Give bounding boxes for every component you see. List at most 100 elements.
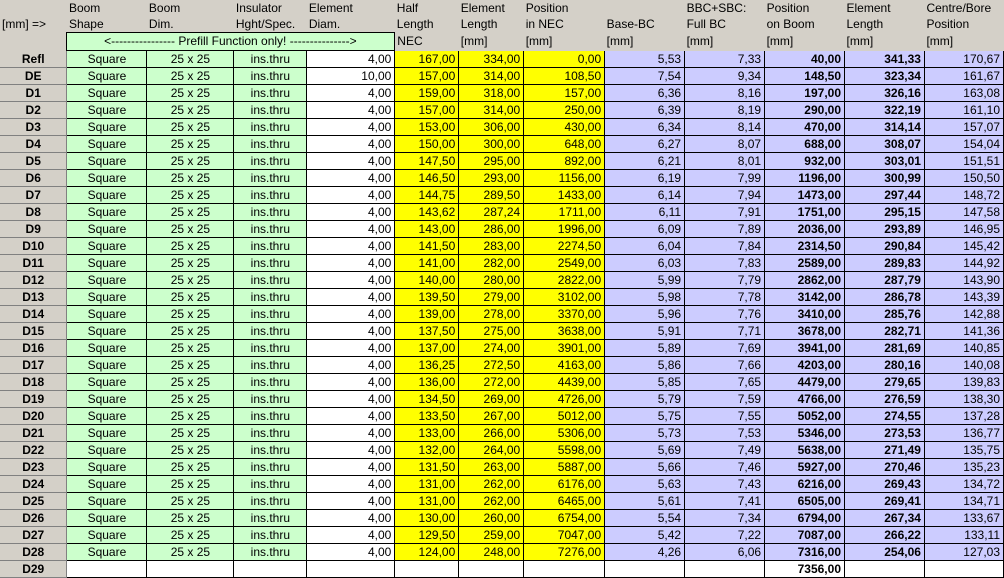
half-length-nec-cell[interactable]: 147,50	[394, 152, 460, 170]
element-length-nec-cell[interactable]: 300,00	[458, 135, 525, 153]
full-bc-cell[interactable]: 7,83	[684, 254, 766, 272]
boom-shape-cell[interactable]: Square	[66, 305, 148, 323]
base-bc-cell[interactable]: 5,89	[604, 339, 686, 357]
element-length-cell[interactable]: 308,07	[844, 135, 925, 153]
full-bc-cell[interactable]: 7,53	[684, 424, 766, 442]
boom-dim-cell[interactable]: 25 x 25	[146, 407, 235, 425]
full-bc-cell[interactable]: 7,43	[684, 475, 766, 493]
insulator-cell[interactable]: ins.thru	[233, 492, 308, 510]
position-on-boom-cell[interactable]: 7087,00	[764, 526, 845, 544]
position-nec-cell[interactable]: 157,00	[523, 84, 606, 102]
element-length-cell[interactable]: 269,41	[844, 492, 925, 510]
full-bc-cell[interactable]: 7,22	[684, 526, 766, 544]
element-diam-cell[interactable]: 4,00	[306, 271, 396, 289]
half-length-nec-cell[interactable]: 141,50	[394, 237, 460, 255]
element-diam-cell[interactable]: 4,00	[306, 458, 396, 476]
element-length-nec-cell[interactable]: 272,00	[458, 373, 525, 391]
full-bc-cell[interactable]: 7,84	[684, 237, 766, 255]
insulator-cell[interactable]: ins.thru	[233, 118, 308, 136]
half-length-nec-cell[interactable]: 150,00	[394, 135, 460, 153]
position-nec-cell[interactable]: 6176,00	[523, 475, 606, 493]
base-bc-cell[interactable]: 5,73	[604, 424, 686, 442]
half-length-nec-cell[interactable]: 144,75	[394, 186, 460, 204]
position-nec-cell[interactable]: 250,00	[523, 101, 606, 119]
position-nec-cell[interactable]: 2549,00	[523, 254, 606, 272]
boom-shape-cell[interactable]: Square	[66, 441, 148, 459]
half-length-nec-cell[interactable]: 143,00	[394, 220, 460, 238]
full-bc-cell[interactable]: 8,19	[684, 101, 766, 119]
element-length-cell[interactable]: 276,59	[844, 390, 925, 408]
base-bc-cell[interactable]: 5,54	[604, 509, 686, 527]
half-length-nec-cell[interactable]: 157,00	[394, 101, 460, 119]
element-diam-cell[interactable]: 4,00	[306, 407, 396, 425]
position-on-boom-cell[interactable]: 1751,00	[764, 203, 845, 221]
position-on-boom-cell[interactable]: 40,00	[764, 50, 845, 68]
boom-dim-cell[interactable]: 25 x 25	[146, 135, 235, 153]
element-diam-cell[interactable]: 4,00	[306, 356, 396, 374]
half-length-nec-cell[interactable]: 139,50	[394, 288, 460, 306]
position-nec-cell[interactable]: 6465,00	[523, 492, 606, 510]
insulator-cell[interactable]: ins.thru	[233, 271, 308, 289]
centre-bore-cell[interactable]: 135,23	[924, 458, 1004, 476]
position-on-boom-cell[interactable]: 3410,00	[764, 305, 845, 323]
full-bc-cell[interactable]: 8,01	[684, 152, 766, 170]
boom-shape-cell[interactable]: Square	[66, 424, 148, 442]
base-bc-cell[interactable]: 6,09	[604, 220, 686, 238]
centre-bore-cell[interactable]: 146,95	[924, 220, 1004, 238]
element-diam-cell[interactable]: 4,00	[306, 50, 396, 68]
position-on-boom-cell[interactable]: 5346,00	[764, 424, 845, 442]
empty-cell[interactable]	[394, 560, 460, 578]
half-length-nec-cell[interactable]: 136,00	[394, 373, 460, 391]
half-length-nec-cell[interactable]: 137,50	[394, 322, 460, 340]
position-on-boom-cell[interactable]: 6216,00	[764, 475, 845, 493]
half-length-nec-cell[interactable]: 130,00	[394, 509, 460, 527]
centre-bore-cell[interactable]: 161,10	[924, 101, 1004, 119]
empty-cell[interactable]	[458, 560, 525, 578]
centre-bore-cell[interactable]: 161,67	[924, 67, 1004, 85]
element-length-cell[interactable]: 273,53	[844, 424, 925, 442]
boom-shape-cell[interactable]: Square	[66, 271, 148, 289]
centre-bore-cell[interactable]: 143,90	[924, 271, 1004, 289]
position-nec-cell[interactable]: 1433,00	[523, 186, 606, 204]
half-length-nec-cell[interactable]: 139,00	[394, 305, 460, 323]
element-length-cell[interactable]: 266,22	[844, 526, 925, 544]
full-bc-cell[interactable]: 7,59	[684, 390, 766, 408]
base-bc-cell[interactable]: 6,39	[604, 101, 686, 119]
position-on-boom-cell[interactable]: 932,00	[764, 152, 845, 170]
element-length-nec-cell[interactable]: 286,00	[458, 220, 525, 238]
centre-bore-cell[interactable]: 136,77	[924, 424, 1004, 442]
element-length-nec-cell[interactable]: 287,24	[458, 203, 525, 221]
position-nec-cell[interactable]: 1711,00	[523, 203, 606, 221]
position-on-boom-cell[interactable]: 3142,00	[764, 288, 845, 306]
boom-shape-cell[interactable]: Square	[66, 101, 148, 119]
half-length-nec-cell[interactable]: 124,00	[394, 543, 460, 561]
element-length-nec-cell[interactable]: 280,00	[458, 271, 525, 289]
element-length-nec-cell[interactable]: 264,00	[458, 441, 525, 459]
position-on-boom-cell[interactable]: 688,00	[764, 135, 845, 153]
element-length-nec-cell[interactable]: 283,00	[458, 237, 525, 255]
position-on-boom-cell[interactable]: 4766,00	[764, 390, 845, 408]
centre-bore-cell[interactable]: 151,51	[924, 152, 1004, 170]
element-diam-cell[interactable]: 4,00	[306, 424, 396, 442]
element-length-cell[interactable]: 254,06	[844, 543, 925, 561]
element-length-nec-cell[interactable]: 278,00	[458, 305, 525, 323]
element-length-nec-cell[interactable]: 314,00	[458, 67, 525, 85]
half-length-nec-cell[interactable]: 134,50	[394, 390, 460, 408]
boom-shape-cell[interactable]: Square	[66, 390, 148, 408]
base-bc-cell[interactable]: 7,54	[604, 67, 686, 85]
full-bc-cell[interactable]: 8,07	[684, 135, 766, 153]
centre-bore-cell[interactable]: 133,67	[924, 509, 1004, 527]
centre-bore-cell[interactable]: 143,39	[924, 288, 1004, 306]
centre-bore-cell[interactable]: 133,11	[924, 526, 1004, 544]
insulator-cell[interactable]: ins.thru	[233, 509, 308, 527]
empty-cell[interactable]	[66, 560, 148, 578]
insulator-cell[interactable]: ins.thru	[233, 526, 308, 544]
boom-dim-cell[interactable]: 25 x 25	[146, 169, 235, 187]
base-bc-cell[interactable]: 5,86	[604, 356, 686, 374]
position-on-boom-cell[interactable]: 6794,00	[764, 509, 845, 527]
position-nec-cell[interactable]: 3901,00	[523, 339, 606, 357]
centre-bore-cell[interactable]: 140,08	[924, 356, 1004, 374]
boom-dim-cell[interactable]: 25 x 25	[146, 67, 235, 85]
element-length-nec-cell[interactable]: 248,00	[458, 543, 525, 561]
position-nec-cell[interactable]: 7276,00	[523, 543, 606, 561]
